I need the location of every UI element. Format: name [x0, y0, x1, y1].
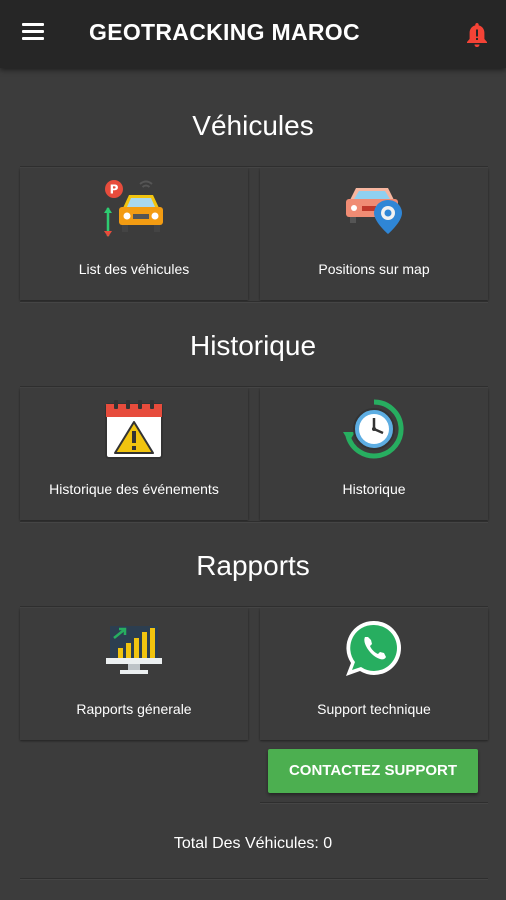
contact-support-button[interactable]: CONTACTEZ SUPPORT [268, 749, 478, 793]
divider [20, 386, 488, 387]
card-historique-evenements[interactable]: Historique des événements [20, 388, 248, 520]
divider [260, 802, 488, 803]
whatsapp-icon [346, 620, 401, 676]
card-list-vehicules[interactable]: P List des véhicules [20, 168, 248, 300]
card-support-technique[interactable]: Support technique [260, 608, 488, 740]
divider [20, 521, 488, 522]
total-vehicules-text: Total Des Véhicules: 0 [173, 835, 333, 852]
app-title: GEOTRACKING MAROC [89, 19, 360, 45]
bar-chart-monitor-icon [106, 626, 162, 674]
divider [20, 878, 488, 879]
divider [20, 301, 488, 302]
notification-bell-icon[interactable] [464, 21, 490, 49]
card-label: Positions sur map [318, 261, 430, 277]
app-bar: GEOTRACKING MAROC [0, 0, 506, 68]
divider [20, 166, 488, 167]
divider [20, 606, 488, 607]
card-positions-map[interactable]: Positions sur map [260, 168, 488, 300]
calendar-warning-icon [105, 400, 163, 459]
clock-history-icon [343, 399, 404, 459]
card-label: List des véhicules [78, 261, 190, 277]
car-location-pin-icon [346, 188, 402, 234]
card-rapports-generale[interactable]: Rapports génerale [20, 608, 248, 740]
section-title-rapports: Rapports [196, 550, 310, 581]
section-title-vehicules: Véhicules [192, 110, 314, 141]
hamburger-menu-icon[interactable] [22, 23, 48, 45]
svg-text:P: P [110, 183, 119, 197]
card-label: Historique des événements [49, 481, 219, 497]
car-parking-icon: P [104, 180, 163, 237]
section-title-historique: Historique [189, 330, 317, 361]
card-label: Historique [342, 481, 406, 497]
card-historique[interactable]: Historique [260, 388, 488, 520]
card-label: Rapports génerale [76, 701, 192, 717]
card-label: Support technique [317, 701, 431, 717]
